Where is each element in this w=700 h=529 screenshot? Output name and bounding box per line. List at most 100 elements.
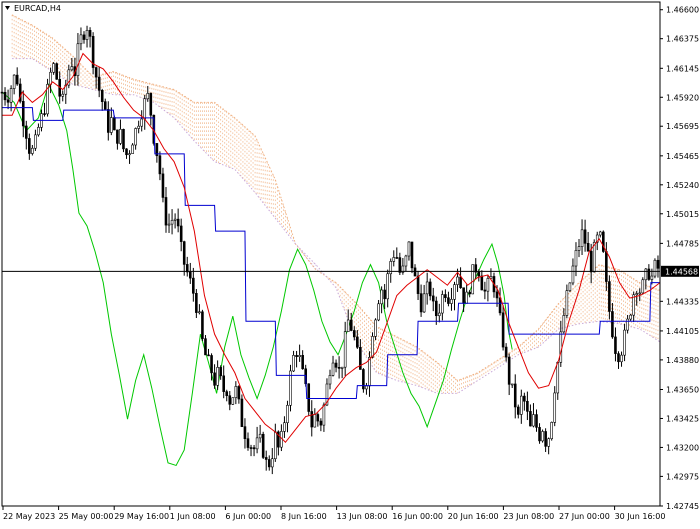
candle-body <box>264 457 268 460</box>
candle-body <box>386 273 389 300</box>
candle-body <box>589 250 593 273</box>
y-tick-label: 1.45015 <box>666 210 699 219</box>
candle-body <box>447 297 450 304</box>
candle-body <box>368 357 371 387</box>
candle-body <box>598 231 602 236</box>
candle-body <box>547 438 550 447</box>
candle-body <box>550 422 553 440</box>
candle-body <box>535 414 538 428</box>
candle-body <box>37 127 40 136</box>
candle-body <box>122 128 125 150</box>
candle-body <box>158 155 162 175</box>
candle-body <box>632 294 635 316</box>
candle-body <box>407 241 411 257</box>
candle-body <box>210 355 213 374</box>
candle-body <box>113 117 116 131</box>
candle-body <box>149 93 153 116</box>
y-tick-label: 1.46600 <box>666 6 699 15</box>
candle-body <box>192 277 195 294</box>
candle-body <box>34 134 37 149</box>
candle-body <box>480 275 484 291</box>
candle-body <box>459 276 462 289</box>
candle-body <box>128 153 131 156</box>
candle-body <box>623 329 626 356</box>
candle-body <box>483 289 487 292</box>
candle-body <box>88 30 92 37</box>
candle-body <box>444 294 447 299</box>
candle-body <box>583 229 587 244</box>
x-tick-label: 13 Jun 08:00 <box>337 512 388 521</box>
candle-body <box>611 311 614 338</box>
candle-body <box>134 128 137 146</box>
candle-body <box>544 431 547 447</box>
price-tag-label: 1.44568 <box>665 267 698 276</box>
candle-body <box>383 289 386 300</box>
candle-body <box>532 414 535 427</box>
candle-body <box>319 420 323 426</box>
candle-body <box>237 386 241 400</box>
candle-body <box>43 113 46 115</box>
symbol-header[interactable]: EURCAD,H4 <box>5 4 61 13</box>
candle-body <box>559 331 563 363</box>
y-tick-label: 1.46375 <box>666 35 699 44</box>
candle-body <box>219 367 222 377</box>
candle-body <box>577 246 581 251</box>
candle-body <box>608 281 611 312</box>
candle-body <box>486 278 490 292</box>
x-tick-label: 8 Jun 16:00 <box>281 512 327 521</box>
candle-body <box>620 354 623 363</box>
candle-body <box>274 431 277 460</box>
candle-body <box>195 293 198 313</box>
candle-body <box>380 289 383 305</box>
candle-body <box>234 386 238 398</box>
candle-body <box>310 411 314 428</box>
candle-body <box>404 255 408 267</box>
candle-body <box>614 336 617 354</box>
candle-body <box>346 319 350 332</box>
candle-body <box>201 311 204 339</box>
y-tick-label: 1.43650 <box>666 385 699 394</box>
x-tick-label: 22 May 2023 <box>3 512 55 521</box>
candle-body <box>541 431 544 442</box>
candle-body <box>377 303 380 321</box>
candle-body <box>529 411 532 427</box>
candle-body <box>61 93 65 97</box>
price-chart[interactable]: 1.46600 1.46375 1.46145 1.45920 1.45695 1.454… <box>0 0 700 525</box>
candle-body <box>9 88 13 103</box>
y-tick-label: 1.43200 <box>666 443 699 452</box>
candle-body <box>176 218 180 227</box>
candle-body <box>301 355 304 370</box>
x-tick-label: 1 Jun 08:00 <box>170 512 216 521</box>
candle-body <box>267 459 271 468</box>
candle-body <box>216 367 219 386</box>
x-tick-label: 30 Jun 16:00 <box>615 512 666 521</box>
y-tick-label: 1.44335 <box>666 297 699 306</box>
candle-body <box>49 71 52 85</box>
candle-body <box>103 101 107 110</box>
candle-body <box>252 447 256 450</box>
candle-body <box>298 355 301 357</box>
candle-body <box>641 279 645 294</box>
chart-container: 1.46600 1.46375 1.46145 1.45920 1.45695 1.454… <box>0 0 700 525</box>
candle-body <box>516 406 520 415</box>
candle-body <box>343 331 347 368</box>
candle-body <box>316 414 320 422</box>
x-tick-label: 25 May 00:00 <box>59 512 114 521</box>
candle-body <box>116 129 119 144</box>
candle-body <box>352 330 356 338</box>
candle-body <box>270 458 274 468</box>
candle-body <box>453 284 456 300</box>
candle-body <box>471 264 475 295</box>
candle-body <box>125 148 128 156</box>
candle-body <box>295 355 298 357</box>
candle-body <box>322 404 326 426</box>
y-tick-label: 1.45465 <box>666 152 699 161</box>
candle-body <box>76 43 80 76</box>
candle-body <box>650 275 654 280</box>
x-tick-label: 16 Jun 00:00 <box>392 512 443 521</box>
candle-body <box>425 281 429 295</box>
candle-body <box>188 271 192 279</box>
y-tick-label: 1.43425 <box>666 414 699 423</box>
y-tick-label: 1.45695 <box>666 122 699 131</box>
candle-body <box>513 383 517 408</box>
